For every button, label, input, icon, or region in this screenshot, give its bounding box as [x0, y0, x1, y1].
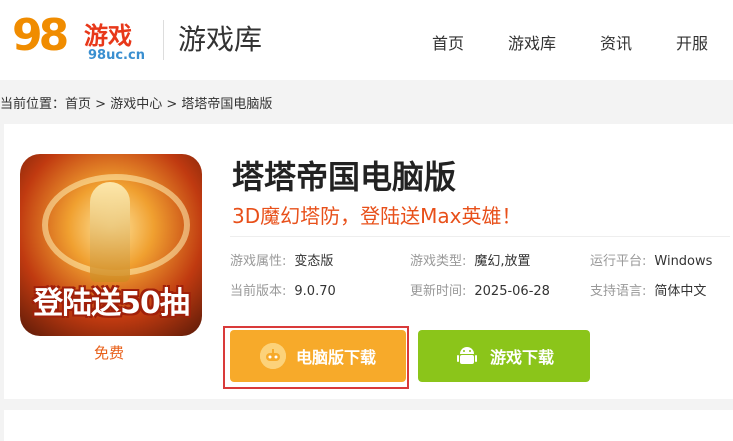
- logo-mark: 98: [12, 10, 69, 61]
- info-version: 当前版本: 9.0.70: [230, 284, 336, 299]
- breadcrumb-separator: >: [166, 97, 178, 112]
- icon-art-hero: [90, 182, 130, 282]
- nav-home[interactable]: 首页: [432, 30, 464, 54]
- info-divider: [230, 236, 730, 237]
- breadcrumb-home[interactable]: 首页: [65, 97, 91, 112]
- game-download-label: 游戏下载: [489, 348, 554, 367]
- next-section: [4, 410, 733, 441]
- info-language: 支持语言: 简体中文: [590, 284, 707, 299]
- logo-url: 98uc.cn: [88, 48, 145, 63]
- game-title: 塔塔帝国电脑版: [232, 158, 457, 196]
- nav-news[interactable]: 资讯: [600, 30, 632, 54]
- icon-banner-text: 登陆送50抽: [33, 286, 190, 321]
- info-update-time: 更新时间: 2025-06-28: [410, 284, 550, 299]
- info-type: 游戏类型: 魔幻,放置: [410, 254, 531, 269]
- section-title: 游戏库: [178, 23, 263, 56]
- info-platform: 运行平台: Windows: [590, 254, 713, 269]
- breadcrumb-separator: >: [95, 97, 107, 112]
- android-icon: [454, 343, 480, 369]
- nav-game-library[interactable]: 游戏库: [508, 30, 556, 54]
- site-logo[interactable]: 98 游戏 98uc.cn: [12, 10, 145, 70]
- breadcrumb: 当前位置：首页 > 游戏中心 > 塔塔帝国电脑版: [0, 93, 272, 112]
- game-icon[interactable]: 登陆送50抽: [20, 154, 202, 336]
- site-header: 98 游戏 98uc.cn 游戏库 首页 游戏库 资讯 开服: [0, 0, 733, 80]
- game-download-button[interactable]: 游戏下载: [418, 330, 590, 382]
- logo-text: 游戏: [84, 22, 132, 50]
- breadcrumb-game-center[interactable]: 游戏中心: [110, 97, 162, 112]
- header-divider: [163, 20, 164, 60]
- price-label: 免费: [94, 344, 125, 362]
- highlight-box: [223, 326, 409, 389]
- breadcrumb-current[interactable]: 塔塔帝国电脑版: [181, 97, 272, 112]
- info-attribute: 游戏属性: 变态版: [230, 254, 334, 269]
- breadcrumb-prefix: 当前位置：: [0, 97, 66, 112]
- game-slogan: 3D魔幻塔防，登陆送Max英雄！: [232, 204, 522, 228]
- nav-server[interactable]: 开服: [676, 30, 708, 54]
